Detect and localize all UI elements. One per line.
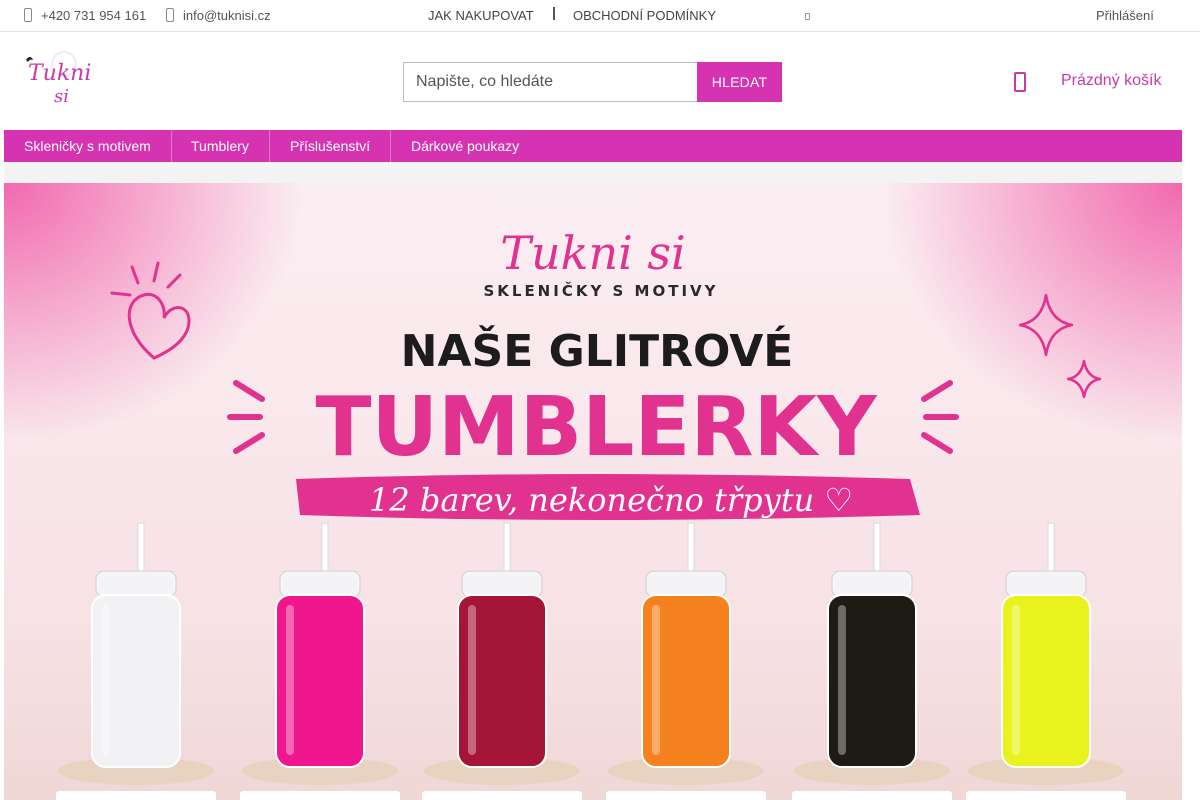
glitter-corner-left	[4, 183, 304, 443]
nav-spacer	[4, 162, 1182, 183]
link-how-to-shop[interactable]: JAK NAKUPOVAT	[428, 0, 534, 31]
search-input[interactable]	[403, 62, 697, 102]
search-button[interactable]: HLEDAT	[697, 62, 782, 102]
phone-text: +420 731 954 161	[41, 8, 147, 23]
nav-item-tumblery[interactable]: Tumblery	[191, 130, 249, 162]
nav-divider	[269, 130, 270, 162]
mail-icon	[166, 8, 174, 22]
banner-ribbon-text: 12 barev, nekonečno třpytu ♡	[369, 481, 853, 519]
contact-phone[interactable]: +420 731 954 161	[24, 0, 146, 31]
glitter-corner-right	[882, 183, 1182, 443]
banner-headline-2: TUMBLERKY	[316, 380, 879, 475]
nav-item-poukazy[interactable]: Dárkové poukazy	[411, 130, 519, 162]
logo[interactable]: Tukni si	[22, 50, 92, 108]
link-terms[interactable]: OBCHODNÍ PODMÍNKY	[573, 0, 716, 31]
nav-divider	[390, 130, 391, 162]
banner-headline-1: NAŠE GLITROVÉ	[401, 324, 794, 377]
top-bar: +420 731 954 161 info@tuknisi.cz JAK NAK…	[0, 0, 1200, 32]
nav-divider	[171, 130, 172, 162]
email-text: info@tuknisi.cz	[183, 8, 271, 23]
search-bar: HLEDAT	[403, 62, 782, 102]
logo-text-1: Tukni	[28, 61, 91, 86]
nav-item-prislusenstvi[interactable]: Příslušenství	[290, 130, 370, 162]
login-link[interactable]: Přihlášení	[1096, 0, 1154, 31]
more-icon[interactable]	[805, 13, 810, 20]
hero-banner[interactable]: Tukni si SKLENIČKY S MOTIVY NAŠE GLITROV…	[4, 183, 1182, 800]
main-nav: Skleničky s motivem Tumblery Příslušenst…	[4, 130, 1182, 162]
banner-brand: Tukni si	[500, 226, 685, 280]
contact-email[interactable]: info@tuknisi.cz	[166, 0, 271, 31]
cart-icon[interactable]	[1014, 72, 1026, 92]
top-links-divider	[553, 7, 555, 20]
cart-label[interactable]: Prázdný košík	[1061, 72, 1161, 90]
phone-icon	[24, 8, 32, 22]
logo-text-2: si	[54, 86, 69, 107]
nav-item-sklenicky[interactable]: Skleničky s motivem	[24, 130, 151, 162]
banner-tagline: SKLENIČKY S MOTIVY	[483, 281, 718, 300]
